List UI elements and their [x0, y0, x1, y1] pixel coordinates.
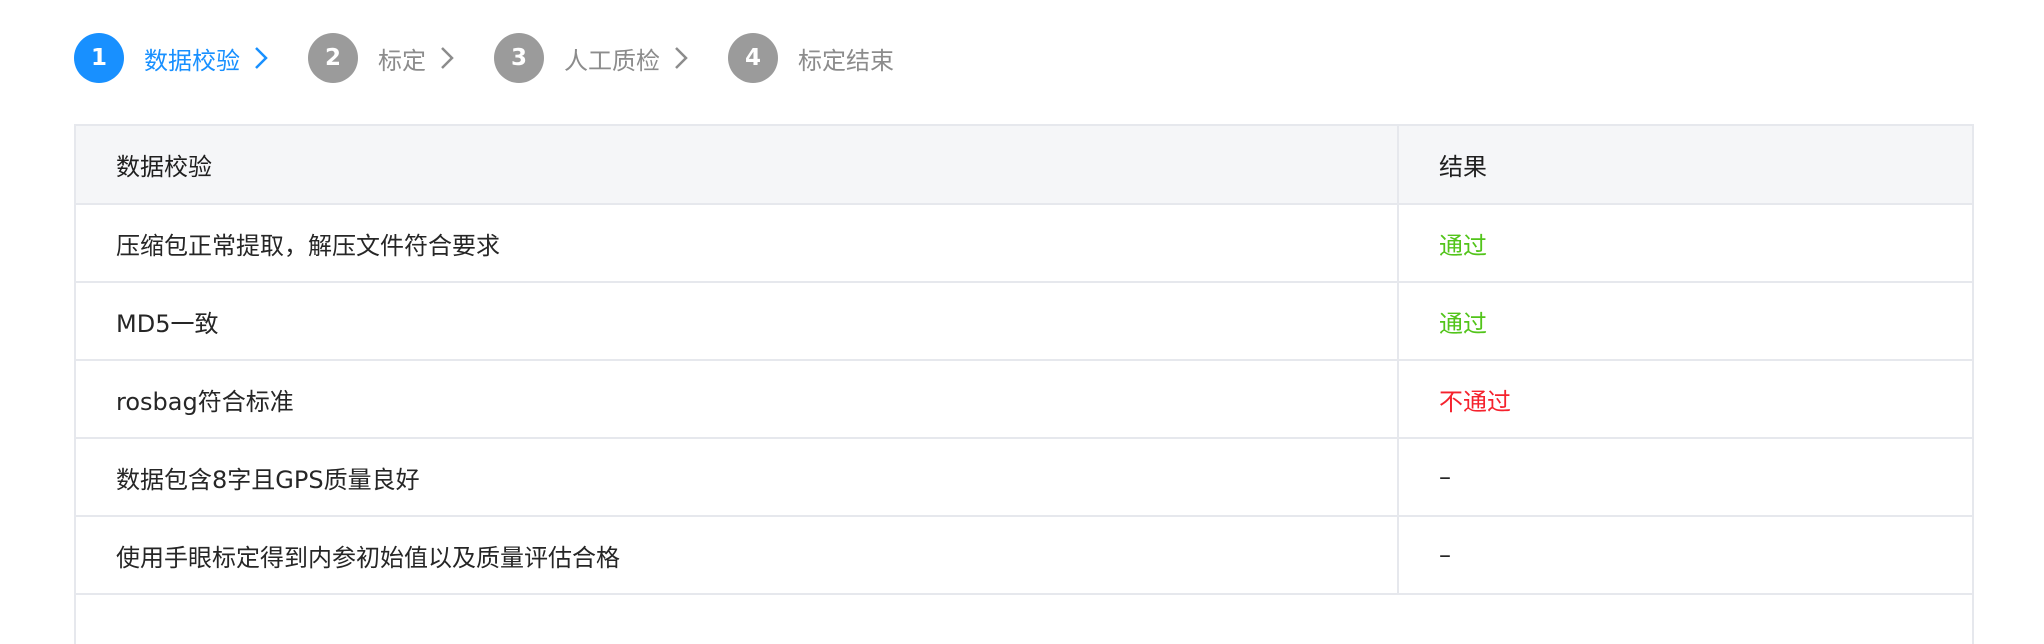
- step-number-badge: 3: [494, 33, 544, 83]
- chevron-right-icon: [254, 46, 272, 70]
- step-calibration-end[interactable]: 4 标定结束: [728, 33, 894, 83]
- check-cell: 使用手眼标定得到内参初始值以及质量评估合格: [76, 516, 1399, 595]
- check-cell: 数据包含8字且GPS质量良好: [76, 438, 1399, 517]
- check-cell: MD5一致: [76, 282, 1399, 361]
- step-label: 数据校验: [144, 46, 240, 75]
- step-number-badge: 2: [308, 33, 358, 83]
- result-cell: 通过: [1398, 282, 1972, 361]
- column-header-result: 结果: [1398, 126, 1972, 205]
- chevron-right-icon: [674, 46, 692, 70]
- column-header-check: 数据校验: [76, 126, 1399, 205]
- step-data-validation[interactable]: 1 数据校验: [74, 33, 308, 83]
- result-cell: –: [1398, 516, 1972, 595]
- result-cell: –: [1398, 438, 1972, 517]
- step-manual-qc[interactable]: 3 人工质检: [494, 33, 728, 83]
- check-cell: rosbag符合标准: [76, 360, 1399, 439]
- step-label: 标定: [378, 46, 426, 75]
- table-row: 数据包含8字且GPS质量良好 –: [76, 438, 1972, 517]
- table-header-row: 数据校验 结果: [76, 126, 1972, 205]
- step-calibration[interactable]: 2 标定: [308, 33, 494, 83]
- step-label: 标定结束: [798, 46, 894, 75]
- table-row: rosbag符合标准 不通过: [76, 360, 1972, 439]
- table-row: MD5一致 通过: [76, 282, 1972, 361]
- check-cell: 压缩包正常提取，解压文件符合要求: [76, 204, 1399, 283]
- result-cell: 不通过: [1398, 360, 1972, 439]
- table-row: 压缩包正常提取，解压文件符合要求 通过: [76, 204, 1972, 283]
- step-number-badge: 4: [728, 33, 778, 83]
- step-label: 人工质检: [564, 46, 660, 75]
- chevron-right-icon: [440, 46, 458, 70]
- steps-progress: 1 数据校验 2 标定 3 人工质检 4 标定结束: [74, 33, 894, 83]
- validation-table: 数据校验 结果 压缩包正常提取，解压文件符合要求 通过 MD5一致 通过 ros…: [74, 124, 1974, 644]
- step-number-badge: 1: [74, 33, 124, 83]
- table-row: 使用手眼标定得到内参初始值以及质量评估合格 –: [76, 516, 1972, 595]
- result-cell: 通过: [1398, 204, 1972, 283]
